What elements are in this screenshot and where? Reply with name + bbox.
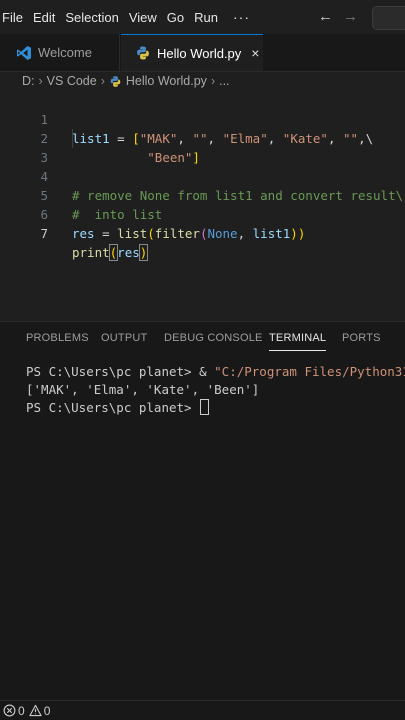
breadcrumb-folder[interactable]: VS Code <box>47 74 97 88</box>
menu-view[interactable]: View <box>126 10 164 25</box>
tab-problems[interactable]: PROBLEMS <box>26 332 89 344</box>
tab-label: Hello World.py <box>157 45 242 61</box>
terminal-line: PS C:\Users\pc planet> & "C:/Program Fil… <box>26 363 405 381</box>
warning-triangle-icon <box>29 704 42 717</box>
terminal-prompt: PS C:\Users\pc planet> <box>26 400 200 415</box>
editor-tab-bar: Welcome Hello World.py × <box>0 34 405 72</box>
code-line: 4 # remove None from list1 and convert r… <box>0 148 405 203</box>
tab-label: Welcome <box>38 45 92 60</box>
tab-ports[interactable]: PORTS <box>342 332 381 344</box>
close-icon[interactable]: × <box>251 45 259 61</box>
chevron-right-icon: › <box>38 74 43 88</box>
vscode-logo-icon <box>17 45 31 60</box>
bottom-panel: PROBLEMS OUTPUT DEBUG CONSOLE TERMINAL P… <box>0 321 405 701</box>
menu-more-icon[interactable]: ··· <box>233 9 250 25</box>
chevron-right-icon: › <box>210 74 216 88</box>
code-token: , <box>237 226 253 241</box>
breadcrumb-file[interactable]: Hello World.py <box>126 74 207 88</box>
code-token: res <box>72 226 95 241</box>
terminal-cursor <box>200 399 210 415</box>
menu-selection[interactable]: Selection <box>62 10 125 25</box>
menu-go[interactable]: Go <box>164 10 191 25</box>
code-line: 6 res = list(filter(None, list1)) <box>0 186 405 241</box>
code-line: 5 # into list <box>0 167 405 222</box>
terminal-line: ['MAK', 'Elma', 'Kate', 'Been'] <box>26 382 260 397</box>
code-token: list1 <box>252 226 291 241</box>
terminal-prompt: PS C:\Users\pc planet> & <box>26 364 215 379</box>
arrow-left-icon[interactable]: ← <box>318 8 333 25</box>
code-editor[interactable]: 1 list1 = ["MAK", "", "Elma", "Kate", ""… <box>0 91 405 319</box>
code-line: 3 <box>0 129 405 165</box>
breadcrumb-symbol[interactable]: ... <box>219 74 229 88</box>
terminal-output[interactable]: PS C:\Users\pc planet> & "C:/Program Fil… <box>26 363 405 417</box>
menu-run[interactable]: Run <box>191 10 225 25</box>
indent-guide <box>72 129 73 148</box>
warning-count: 0 <box>43 703 51 718</box>
breadcrumb: D: › VS Code › Hello World.py › ... <box>0 71 405 91</box>
code-token: filter <box>154 226 200 241</box>
chevron-right-icon: › <box>100 74 105 88</box>
code-token: print <box>72 245 110 260</box>
code-line: 2 "Been"] <box>0 110 405 165</box>
code-token: list <box>117 226 148 241</box>
code-token: ) <box>138 244 149 261</box>
code-line: 1 list1 = ["MAK", "", "Elma", "Kate", ""… <box>0 91 405 146</box>
terminal-command-path: "C:/Program Files/Python311/pyt <box>214 364 405 379</box>
problems-status[interactable]: 0 0 <box>3 704 50 718</box>
line-number: 7 <box>40 226 48 241</box>
code-token: None <box>207 226 238 241</box>
python-file-icon <box>110 75 121 87</box>
arrow-right-icon[interactable]: → <box>343 8 358 25</box>
python-file-icon <box>137 46 149 60</box>
command-center-search[interactable] <box>372 6 405 30</box>
breadcrumb-drive[interactable]: D: <box>22 74 35 88</box>
tab-welcome[interactable]: Welcome <box>0 34 120 71</box>
code-token: = <box>94 226 118 241</box>
error-circle-icon <box>3 704 16 717</box>
menu-file[interactable]: File <box>0 10 30 25</box>
tab-debug-console[interactable]: DEBUG CONSOLE <box>164 332 263 344</box>
code-line: 7 print ( res) <box>0 205 405 261</box>
code-token: ( <box>147 226 155 241</box>
tab-hello-world-py[interactable]: Hello World.py × <box>121 34 263 71</box>
panel-tab-bar: PROBLEMS OUTPUT DEBUG CONSOLE TERMINAL P… <box>0 322 405 356</box>
code-token: res <box>117 245 140 260</box>
code-token: )) <box>290 226 306 241</box>
tab-terminal[interactable]: TERMINAL <box>269 332 327 351</box>
terminal-line: PS C:\Users\pc planet> <box>26 399 405 417</box>
error-count: 0 <box>18 703 25 718</box>
status-bar: 0 0 <box>0 700 405 720</box>
menu-edit[interactable]: Edit <box>30 10 62 25</box>
tab-output[interactable]: OUTPUT <box>101 332 147 344</box>
